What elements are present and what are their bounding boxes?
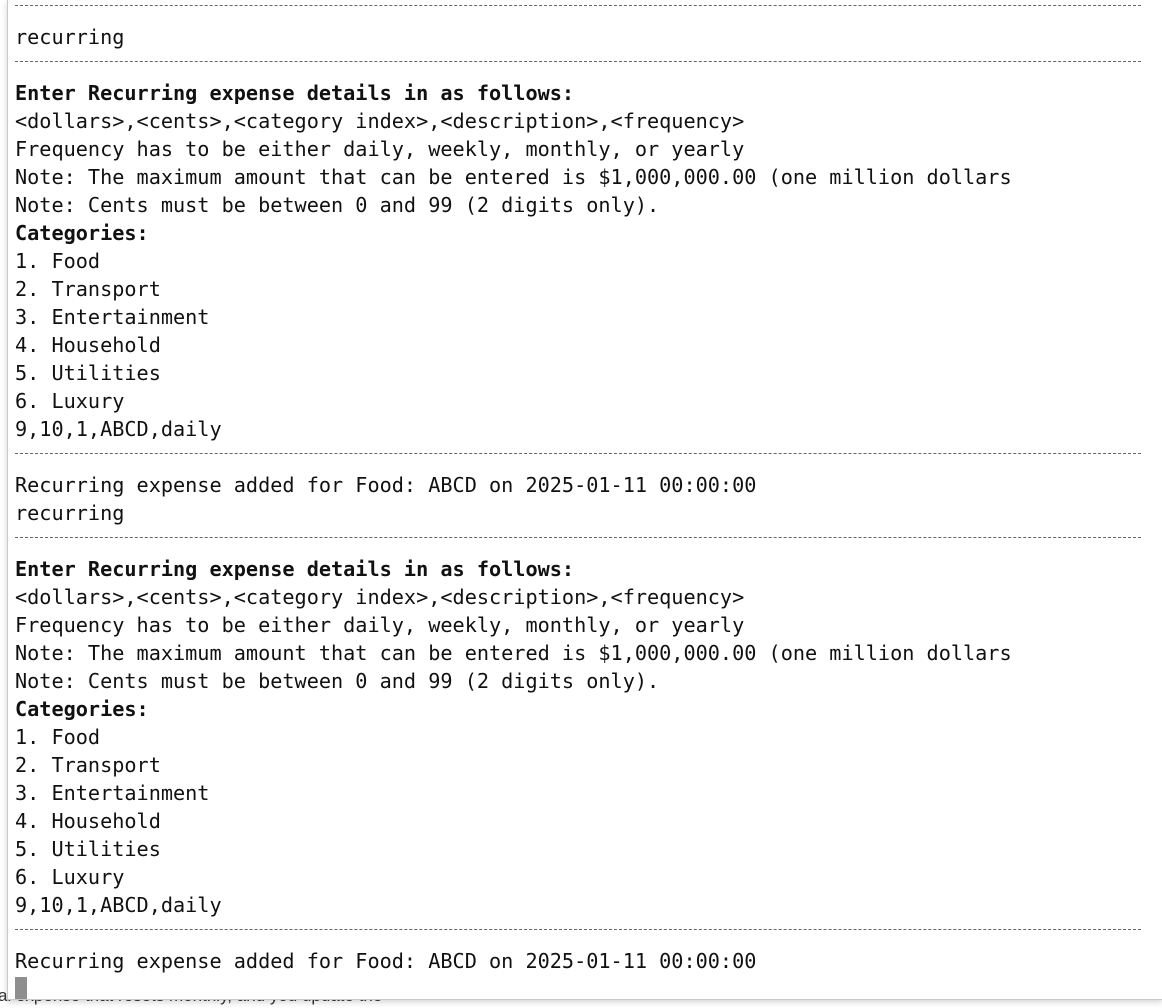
separator-rule: [15, 443, 1162, 471]
output-line: <dollars>,<cents>,<category index>,<desc…: [15, 585, 745, 609]
output-line: recurring: [15, 25, 125, 49]
output-line: Recurring expense added for Food: ABCD o…: [15, 473, 757, 497]
output-line: 4. Household: [15, 809, 161, 833]
output-heading: Enter Recurring expense details in as fo…: [15, 81, 575, 105]
output-line: 1. Food: [15, 725, 101, 749]
separator-rule: [15, 0, 1162, 23]
separator-rule: [15, 51, 1162, 79]
output-line: <dollars>,<cents>,<category index>,<desc…: [15, 109, 745, 133]
prompt-line: [15, 975, 1162, 999]
output-line: 5. Utilities: [15, 361, 161, 385]
text-cursor[interactable]: [15, 977, 27, 999]
dashed-divider: [15, 537, 1141, 538]
output-heading: Categories:: [15, 221, 149, 245]
output-line: 1. Food: [15, 249, 101, 273]
output-line: Note: Cents must be between 0 and 99 (2 …: [15, 669, 660, 693]
separator-rule: [15, 527, 1162, 555]
dashed-divider: [15, 453, 1141, 454]
output-line: 2. Transport: [15, 753, 161, 777]
output-line: 3. Entertainment: [15, 305, 210, 329]
output-line: 5. Utilities: [15, 837, 161, 861]
output-heading: Categories:: [15, 697, 149, 721]
output-line: Frequency has to be either daily, weekly…: [15, 137, 745, 161]
output-line: 9,10,1,ABCD,daily: [15, 893, 222, 917]
terminal-window[interactable]: recurring Enter Recurring expense details…: [7, 0, 1162, 1000]
output-line: 4. Household: [15, 333, 161, 357]
dashed-divider: [15, 61, 1141, 62]
dashed-divider: [15, 929, 1141, 930]
terminal-output[interactable]: recurring Enter Recurring expense details…: [15, 0, 1162, 999]
output-line: 9,10,1,ABCD,daily: [15, 417, 222, 441]
output-line: Note: Cents must be between 0 and 99 (2 …: [15, 193, 660, 217]
output-line: 3. Entertainment: [15, 781, 210, 805]
separator-rule: [15, 919, 1162, 947]
output-line: Note: The maximum amount that can be ent…: [15, 641, 1012, 665]
output-line: 2. Transport: [15, 277, 161, 301]
output-line: recurring: [15, 501, 125, 525]
dashed-divider: [15, 5, 1141, 6]
output-line: Recurring expense added for Food: ABCD o…: [15, 949, 757, 973]
output-line: Frequency has to be either daily, weekly…: [15, 613, 745, 637]
output-line: 6. Luxury: [15, 865, 125, 889]
output-line: 6. Luxury: [15, 389, 125, 413]
output-heading: Enter Recurring expense details in as fo…: [15, 557, 575, 581]
output-line: Note: The maximum amount that can be ent…: [15, 165, 1012, 189]
